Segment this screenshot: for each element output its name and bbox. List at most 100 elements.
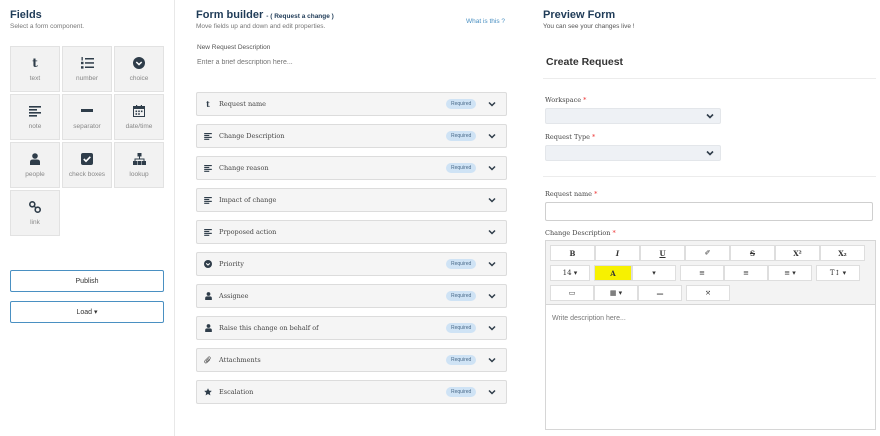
field-tile-label: date/time [125,123,153,130]
horizontal-rule-button[interactable]: — [638,285,682,301]
unordered-list-button[interactable]: ≡ [680,265,724,281]
builder-field-row[interactable]: Priority Required [196,252,507,276]
align-dropdown[interactable]: ≡ ▾ [768,265,812,281]
italic-button[interactable]: I [595,245,640,261]
divider [543,78,876,79]
request-type-select[interactable] [545,145,721,161]
chevron-down-icon[interactable] [486,386,498,398]
builder-field-row[interactable]: t Request name Required [196,92,507,116]
load-button[interactable]: Load ▾ [10,301,164,323]
chevron-down-icon[interactable] [486,258,498,270]
required-star: * [583,96,587,104]
field-tile-link[interactable]: link [10,190,60,236]
field-tile-label: check boxes [68,171,106,178]
field-tile-note[interactable]: note [10,94,60,140]
request-name-input[interactable] [545,202,873,221]
subscript-button[interactable]: X₂ [820,245,865,261]
required-badge: Required [446,163,477,173]
chevron-down-icon [706,112,714,122]
link-icon [28,200,42,214]
field-tile-label: choice [129,75,149,82]
align-left-icon [28,104,42,118]
builder-field-name: Prpoposed action [219,228,277,236]
builder-field-row[interactable]: Assignee Required [196,284,507,308]
highlight-button[interactable]: A [594,265,632,281]
builder-title-text: Form builder [196,9,264,21]
align-left-icon [203,132,213,140]
publish-button[interactable]: Publish [10,270,164,292]
field-tile-checkboxes[interactable]: check boxes [62,142,112,188]
builder-field-name: Request name [219,100,267,108]
field-tile-datetime[interactable]: date/time [114,94,164,140]
chevron-down-icon[interactable] [486,162,498,174]
builder-field-row[interactable]: Change reason Required [196,156,507,180]
user-icon [28,152,42,166]
workspace-label-text: Workspace [545,96,582,104]
form-builder-panel: Form builder - ( Request a change ) Move… [196,0,510,436]
chevron-circle-icon [203,260,213,268]
fields-subtitle: Select a form component. [10,23,85,30]
builder-title: Form builder - ( Request a change ) [196,9,334,21]
preview-subtitle: You can see your changes live ! [543,23,635,30]
required-badge: Required [446,323,477,333]
create-request-title: Create Request [546,56,624,68]
builder-field-row[interactable]: Attachments Required [196,348,507,372]
field-tile-label: link [30,219,40,226]
chevron-down-icon[interactable] [486,98,498,110]
builder-field-row[interactable]: Raise this change on behalf of Required [196,316,507,340]
field-tile-label: lookup [129,171,149,178]
builder-field-row[interactable]: Prpoposed action [196,220,507,244]
editor-content[interactable]: Write description here... [552,315,626,322]
strikethrough-button[interactable]: S [730,245,775,261]
field-tile-label: note [28,123,42,130]
required-star: * [594,190,598,198]
bold-button[interactable]: B [550,245,595,261]
required-badge: Required [446,291,477,301]
underline-button[interactable]: U [640,245,685,261]
description-input[interactable] [196,55,486,69]
builder-field-name: Change reason [219,164,269,172]
field-tile-people[interactable]: people [10,142,60,188]
builder-field-row[interactable]: Change Description Required [196,124,507,148]
builder-field-row[interactable]: Escalation Required [196,380,507,404]
preview-panel: Preview Form You can see your changes li… [543,0,880,436]
star-icon [203,388,213,396]
fields-title: Fields [10,9,42,21]
required-badge: Required [446,387,477,397]
field-tile-lookup[interactable]: lookup [114,142,164,188]
fields-panel: Fields Select a form component. t text n… [0,0,172,436]
field-tile-label: text [29,75,41,82]
color-dropdown[interactable]: ▾ [632,265,676,281]
fullscreen-button[interactable]: ⤧ [686,285,730,301]
field-tile-text[interactable]: t text [10,46,60,92]
chevron-down-icon [706,149,714,159]
builder-field-name: Change Description [219,132,285,140]
chevron-circle-icon [132,56,146,70]
font-size-dropdown[interactable]: 14 ▾ [550,265,590,281]
what-is-this-link[interactable]: What is this ? [466,18,505,25]
text-icon: t [32,56,38,70]
picture-button[interactable]: ▭ [550,285,594,301]
chevron-down-icon[interactable] [486,130,498,142]
eraser-button[interactable]: ✐ [685,245,730,261]
field-tile-separator[interactable]: separator [62,94,112,140]
builder-title-suffix: - ( Request a change ) [266,13,334,20]
builder-field-row[interactable]: Impact of change [196,188,507,212]
chevron-down-icon[interactable] [486,354,498,366]
superscript-button[interactable]: X² [775,245,820,261]
field-tile-number[interactable]: number [62,46,112,92]
chevron-down-icon[interactable] [486,226,498,238]
chevron-down-icon[interactable] [486,322,498,334]
line-height-dropdown[interactable]: T↕ ▾ [816,265,860,281]
ordered-list-button[interactable]: ≡ [724,265,768,281]
required-badge: Required [446,355,477,365]
workspace-select[interactable] [545,108,721,124]
chevron-down-icon[interactable] [486,290,498,302]
required-badge: Required [446,99,477,109]
column-divider [174,0,175,436]
builder-field-name: Impact of change [219,196,277,204]
field-tile-choice[interactable]: choice [114,46,164,92]
table-dropdown[interactable]: ▦ ▾ [594,285,638,301]
change-description-label-text: Change Description [545,229,611,237]
chevron-down-icon[interactable] [486,194,498,206]
